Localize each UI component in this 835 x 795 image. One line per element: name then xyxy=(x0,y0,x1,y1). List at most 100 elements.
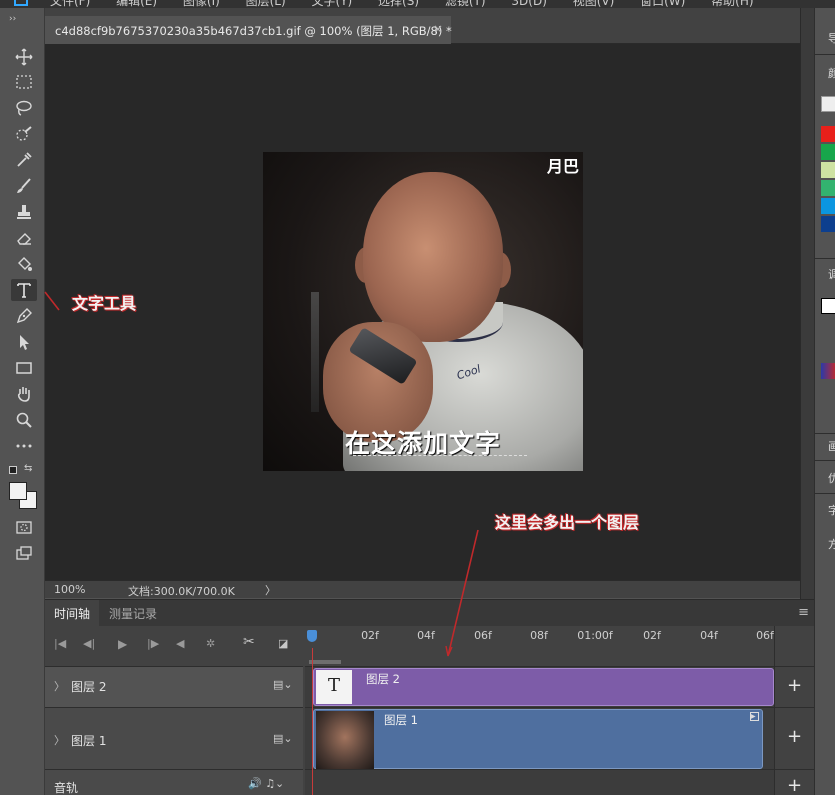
track-header-layer-1[interactable]: 〉 图层 1 ▤⌄ xyxy=(45,708,303,770)
menu-type[interactable]: 文字(Y) xyxy=(312,0,353,8)
default-colors-icon[interactable] xyxy=(9,466,17,474)
settings-gear-icon[interactable]: ✲ xyxy=(206,637,215,650)
eyedropper-icon[interactable] xyxy=(11,149,37,171)
panel-menu-icon[interactable]: ≡ xyxy=(798,605,809,620)
foreground-color-swatch[interactable] xyxy=(9,482,27,500)
expand-chevron-icon[interactable]: 〉 xyxy=(54,678,65,694)
swatch-6[interactable] xyxy=(821,216,835,232)
more-icon[interactable] xyxy=(11,435,37,457)
stamp-icon[interactable] xyxy=(11,201,37,223)
split-clip-icon[interactable]: ✂ xyxy=(243,634,255,650)
menu-3d[interactable]: 3D(D) xyxy=(511,0,546,8)
audio-mute-icon[interactable]: ◀ xyxy=(176,637,184,650)
add-audio-button[interactable]: + xyxy=(774,770,814,795)
swap-colors-icon[interactable]: ⇆ xyxy=(24,463,32,474)
swatch-3[interactable] xyxy=(821,162,835,178)
swatch-5[interactable] xyxy=(821,198,835,214)
move-icon[interactable] xyxy=(11,46,37,68)
previous-frame-icon[interactable]: ◀| xyxy=(83,637,95,650)
audio-track-name: 音轨 xyxy=(54,781,79,795)
menu-edit[interactable]: 编辑(E) xyxy=(116,0,157,8)
eraser-icon[interactable] xyxy=(11,227,37,249)
ruler-tick: 08f xyxy=(530,629,548,642)
no-color-swatch[interactable] xyxy=(821,298,835,314)
menu-filter[interactable]: 滤镜(T) xyxy=(445,0,486,8)
toolbar-collapse-icon[interactable]: ›› xyxy=(9,14,16,24)
color-panel-label[interactable]: 颜 xyxy=(828,65,835,81)
audio-options-icon[interactable]: 🔊 ♫⌄ xyxy=(248,777,284,790)
ruler-tick: 06f xyxy=(474,629,492,642)
track-options-icon[interactable]: ▤⌄ xyxy=(273,732,293,745)
swatch-1[interactable] xyxy=(821,126,835,142)
transition-icon[interactable]: ◪ xyxy=(278,637,288,650)
menu-items: 文件(F) 编辑(E) 图像(I) 图层(L) 文字(Y) 选择(S) 滤镜(T… xyxy=(50,0,776,8)
document-image[interactable]: Cool 月巴 在这添加文字 xyxy=(263,152,583,471)
tab-measurement-log[interactable]: 测量记录 xyxy=(100,600,166,626)
document-tab[interactable]: c4d88cf9b7675370230a35b467d37cb1.gif @ 1… xyxy=(45,16,452,44)
first-frame-icon[interactable]: |◀ xyxy=(54,637,66,650)
quick-mask-icon[interactable] xyxy=(11,516,37,538)
status-bar: 100% 文档:300.0K/700.0K 〉 xyxy=(45,580,800,598)
ruler-tick: 04f xyxy=(700,629,718,642)
playhead-line xyxy=(312,648,313,795)
track-lane-layer-1: 图层 1 ▶ xyxy=(305,708,774,770)
video-layer-clip[interactable]: 图层 1 ▶ xyxy=(313,709,763,769)
paragraph-panel-label[interactable]: 画 xyxy=(828,438,835,454)
play-icon[interactable]: ▶ xyxy=(118,637,127,651)
lasso-icon[interactable] xyxy=(11,97,37,119)
menu-view[interactable]: 视图(V) xyxy=(573,0,615,8)
menu-select[interactable]: 选择(S) xyxy=(378,0,419,8)
hand-icon[interactable] xyxy=(11,383,37,405)
rectangle-icon[interactable] xyxy=(11,357,37,379)
gradient-swatch[interactable] xyxy=(821,363,835,379)
adjustments-panel-label[interactable]: 调 xyxy=(828,266,835,282)
watermark-text: 月巴 xyxy=(546,157,579,176)
type-icon[interactable] xyxy=(11,279,37,301)
audio-track-header[interactable]: 音轨 🔊 ♫⌄ xyxy=(45,770,303,795)
work-area-bar[interactable] xyxy=(309,660,341,664)
text-layer-clip[interactable]: T 图层 2 xyxy=(313,668,774,706)
track-header-layer-2[interactable]: 〉 图层 2 ▤⌄ xyxy=(45,667,303,708)
playback-controls: |◀ ◀| ▶ |▶ ◀ ✲ ✂ ◪ xyxy=(45,626,303,667)
type-layer-thumb-icon: T xyxy=(316,670,352,704)
marquee-icon[interactable] xyxy=(11,71,37,93)
playhead-handle[interactable] xyxy=(307,630,317,642)
optimize-panel-label[interactable]: 优 xyxy=(828,470,835,486)
track-options-icon[interactable]: ▤⌄ xyxy=(273,678,293,691)
menu-layer[interactable]: 图层(L) xyxy=(246,0,286,8)
screen-mode-icon[interactable] xyxy=(11,542,37,564)
swatch-4[interactable] xyxy=(821,180,835,196)
character-panel-label[interactable]: 字 xyxy=(828,502,835,518)
document-title: c4d88cf9b7675370230a35b467d37cb1.gif @ 1… xyxy=(55,24,452,38)
navigator-panel-label[interactable]: 导 xyxy=(828,30,835,46)
close-tab-icon[interactable]: × xyxy=(433,22,443,36)
canvas-area[interactable]: Cool 月巴 在这添加文字 xyxy=(45,44,800,580)
pen-icon[interactable] xyxy=(11,305,37,327)
ruler-tick: 06f xyxy=(756,629,774,642)
tab-timeline[interactable]: 时间轴 xyxy=(45,600,100,626)
menu-file[interactable]: 文件(F) xyxy=(50,0,90,8)
paint-bucket-icon[interactable] xyxy=(11,253,37,275)
menu-help[interactable]: 帮助(H) xyxy=(711,0,753,8)
right-panels: 导 颜 调 画 优 字 方 xyxy=(814,8,835,795)
swatch-2[interactable] xyxy=(821,144,835,160)
expand-chevron-icon[interactable]: 〉 xyxy=(54,732,65,748)
quick-select-icon[interactable] xyxy=(11,123,37,145)
next-frame-icon[interactable]: |▶ xyxy=(147,637,159,650)
timeline-ruler[interactable]: 02f 04f 06f 08f 01:00f 02f 04f 06f xyxy=(305,626,774,667)
add-media-button[interactable]: + xyxy=(774,667,814,708)
add-media-button[interactable]: + xyxy=(774,708,814,770)
document-tab-bar: c4d88cf9b7675370230a35b467d37cb1.gif @ 1… xyxy=(45,8,813,44)
color-swatch-white[interactable] xyxy=(821,96,835,112)
menu-image[interactable]: 图像(I) xyxy=(183,0,220,8)
menu-window[interactable]: 窗口(W) xyxy=(640,0,685,8)
zoom-icon[interactable] xyxy=(11,409,37,431)
zoom-level[interactable]: 100% xyxy=(54,583,85,596)
ruler-tick: 01:00f xyxy=(577,629,613,642)
font-family-field[interactable]: 方 xyxy=(828,536,835,552)
path-select-icon[interactable] xyxy=(11,331,37,353)
brush-icon[interactable] xyxy=(11,175,37,197)
annotation-text-tool: 文字工具 xyxy=(72,294,137,313)
status-menu-icon[interactable]: 〉 xyxy=(265,582,276,598)
clip-options-icon[interactable]: ▶ xyxy=(750,712,759,721)
